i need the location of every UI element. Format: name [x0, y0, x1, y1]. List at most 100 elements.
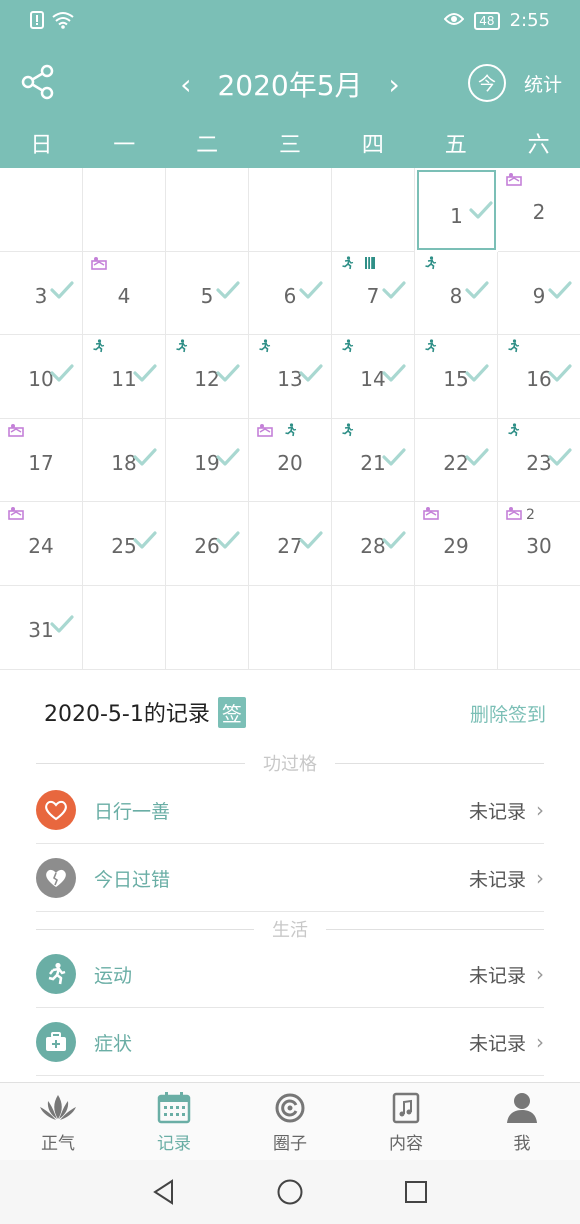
- run-icon: [423, 255, 437, 274]
- record-title: 2020-5-1的记录: [44, 702, 210, 727]
- calendar-day-cell[interactable]: 27: [249, 502, 332, 586]
- calendar-day-cell[interactable]: 19: [166, 418, 249, 503]
- calendar-day-cell[interactable]: 10: [0, 335, 83, 419]
- month-title: 2020年5月: [217, 69, 363, 102]
- calendar-day-cell[interactable]: 20: [249, 418, 332, 503]
- mood-icon: [257, 423, 273, 441]
- calendar-icon: [157, 1091, 191, 1125]
- checkmark-icon: [299, 278, 323, 306]
- eye-icon: [443, 10, 465, 31]
- chevron-right-icon: ›: [536, 1030, 544, 1054]
- calendar-day-cell[interactable]: 3: [0, 251, 83, 336]
- calendar-day-cell[interactable]: 28: [332, 502, 415, 586]
- record-header: 2020-5-1的记录 签: [44, 696, 246, 728]
- calendar-day-cell[interactable]: 7: [332, 251, 415, 336]
- nav-item-zhengqi[interactable]: 正气: [0, 1083, 116, 1161]
- lotus-icon: [38, 1091, 78, 1125]
- record-row-exercise[interactable]: 运动 未记录 ›: [36, 941, 544, 1008]
- run-icon: [174, 339, 188, 357]
- checkmark-icon: [299, 528, 323, 556]
- day-number: 4: [117, 283, 131, 308]
- calendar-day-cell[interactable]: 22: [415, 418, 498, 503]
- next-month-button[interactable]: ›: [389, 68, 400, 101]
- calendar-empty-cell: [166, 168, 249, 252]
- day-marks: [257, 339, 271, 357]
- checkmark-icon: [133, 445, 157, 473]
- row-label: 运动: [94, 964, 133, 987]
- calendar-day-cell[interactable]: 6: [249, 251, 332, 336]
- weekday-label: 六: [527, 133, 550, 158]
- calendar-day-cell[interactable]: 1: [417, 170, 496, 250]
- checkmark-icon: [382, 361, 406, 389]
- calendar-day-cell[interactable]: 31: [0, 585, 83, 670]
- weekday-row: 日 一 二 三 四 五 六: [0, 124, 580, 168]
- recents-icon[interactable]: [396, 1172, 436, 1212]
- calendar-empty-cell: [332, 585, 415, 670]
- calendar-day-cell[interactable]: 24: [0, 502, 83, 586]
- calendar-day-cell[interactable]: 18: [83, 418, 166, 503]
- nav-item-content[interactable]: 内容: [348, 1083, 464, 1161]
- checkmark-icon: [216, 445, 240, 473]
- calendar-day-cell[interactable]: 15: [415, 335, 498, 419]
- home-icon[interactable]: [270, 1172, 310, 1212]
- calendar-day-cell[interactable]: 11: [83, 335, 166, 419]
- calendar-day-cell[interactable]: 4: [83, 251, 166, 336]
- delete-checkin-button[interactable]: 删除签到: [470, 700, 546, 727]
- run-icon: [340, 255, 354, 274]
- month-navigator: ‹ 2020年5月 ›: [170, 44, 410, 124]
- calendar-empty-cell: [0, 168, 83, 252]
- nav-item-record[interactable]: 记录: [116, 1083, 232, 1161]
- day-marks: [174, 339, 188, 357]
- user-icon: [505, 1091, 539, 1125]
- calendar-day-cell[interactable]: 17: [0, 418, 83, 503]
- calendar-day-cell[interactable]: 2: [498, 168, 580, 252]
- clock: 2:55: [509, 10, 550, 31]
- checkmark-icon: [50, 612, 74, 640]
- nav-item-me[interactable]: 我: [464, 1083, 580, 1161]
- calendar-day-cell[interactable]: 14: [332, 335, 415, 419]
- weekday-label: 二: [196, 133, 219, 158]
- day-marks: [423, 506, 439, 524]
- nav-label: 圈子: [273, 1133, 307, 1154]
- calendar-day-cell[interactable]: 8: [415, 251, 498, 336]
- calendar-day-cell[interactable]: 16: [498, 335, 580, 419]
- heart-icon: [36, 790, 76, 830]
- calendar-day-cell[interactable]: 9: [498, 252, 580, 336]
- calendar-empty-cell: [83, 585, 166, 670]
- nav-item-circle[interactable]: 圈子: [232, 1083, 348, 1161]
- row-value: 未记录: [468, 868, 526, 891]
- calendar-day-cell[interactable]: 29: [415, 502, 498, 586]
- record-row-symptom[interactable]: 症状 未记录 ›: [36, 1009, 544, 1076]
- day-number: 30: [526, 534, 552, 559]
- calendar-day-cell[interactable]: 12: [166, 335, 249, 419]
- calendar-day-cell[interactable]: 23: [498, 419, 580, 503]
- share-icon[interactable]: [20, 64, 56, 104]
- bottom-nav: 正气 记录 圈子 内容 我: [0, 1082, 580, 1161]
- calendar-day-cell[interactable]: 2 30: [498, 502, 580, 586]
- status-bar: 48 2:55: [0, 0, 580, 44]
- calendar-day-cell[interactable]: 13: [249, 335, 332, 419]
- day-marks: [340, 423, 354, 441]
- day-marks: [340, 255, 376, 274]
- record-row-good-deed[interactable]: 日行一善 未记录 ›: [36, 777, 544, 844]
- calendar-day-cell[interactable]: 21: [332, 418, 415, 503]
- calendar-day-cell[interactable]: 26: [166, 502, 249, 586]
- day-marks: [91, 256, 107, 274]
- nav-label: 正气: [41, 1133, 75, 1154]
- back-icon[interactable]: [144, 1172, 184, 1212]
- prev-month-button[interactable]: ‹: [180, 68, 191, 101]
- checkmark-icon: [50, 278, 74, 306]
- today-icon: 今: [467, 64, 506, 102]
- run-icon: [423, 339, 437, 357]
- record-row-mistake[interactable]: 今日过错 未记录 ›: [36, 845, 544, 912]
- calendar-day-cell[interactable]: 5: [166, 251, 249, 336]
- day-marks: [91, 339, 105, 357]
- checkmark-icon: [382, 528, 406, 556]
- calendar-day-cell[interactable]: 25: [83, 502, 166, 586]
- run-icon: [283, 423, 297, 441]
- stats-button[interactable]: 今 统计: [467, 64, 562, 102]
- day-marks: 2: [506, 506, 535, 524]
- wifi-icon: [52, 11, 74, 33]
- day-marks: [423, 339, 437, 357]
- day-marks: [257, 423, 297, 441]
